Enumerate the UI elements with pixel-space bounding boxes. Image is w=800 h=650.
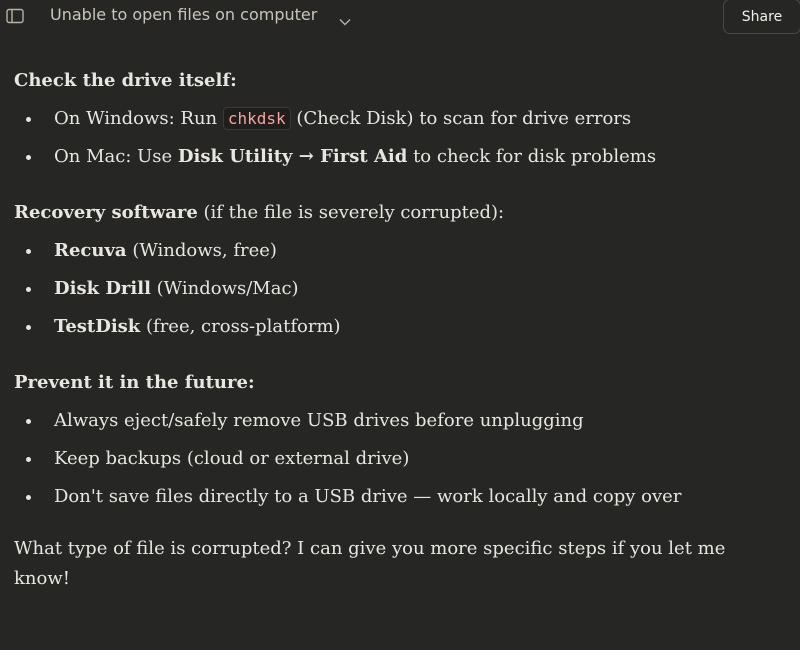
assistant-message: Check the drive itself: On Windows: Run … (14, 62, 784, 594)
list-item: Recuva (Windows, free) (14, 232, 784, 270)
list-item: On Windows: Run chkdsk (Check Disk) to s… (14, 100, 784, 138)
chat-title: Unable to open files on computer (50, 5, 318, 24)
item-text: to check for disk problems (407, 146, 657, 167)
inline-code: chkdsk (222, 107, 291, 130)
list-item: On Mac: Use Disk Utility → First Aid to … (14, 138, 784, 176)
item-text: (Windows, free) (126, 240, 277, 261)
section-heading: Check the drive itself: (14, 70, 237, 91)
bold-text: TestDisk (54, 316, 141, 337)
bold-text: Recuva (54, 240, 127, 261)
bullet-list: Recuva (Windows, free) Disk Drill (Windo… (14, 232, 784, 346)
item-text: On Windows: Run (54, 108, 223, 129)
bullet-list: Always eject/safely remove USB drives be… (14, 402, 784, 516)
bullet-list: On Windows: Run chkdsk (Check Disk) to s… (14, 100, 784, 176)
bold-text: Recovery software (14, 202, 198, 223)
item-text: (free, cross-platform) (140, 316, 341, 337)
section-heading: Prevent it in the future: (14, 372, 255, 393)
chat-title-menu[interactable]: Unable to open files on computer (50, 5, 351, 25)
share-button[interactable]: Share (723, 0, 800, 34)
heading-text: (if the file is severely corrupted): (197, 202, 505, 223)
item-text: (Check Disk) to scan for drive errors (290, 108, 632, 129)
list-item: Keep backups (cloud or external drive) (14, 440, 784, 478)
list-item: TestDisk (free, cross-platform) (14, 308, 784, 346)
bold-text: Disk Utility → First Aid (177, 146, 408, 167)
list-item: Always eject/safely remove USB drives be… (14, 402, 784, 440)
list-item: Don't save files directly to a USB drive… (14, 478, 784, 516)
item-text: On Mac: Use (54, 146, 178, 167)
chevron-down-icon (339, 11, 351, 25)
closing-text: What type of file is corrupted? I can gi… (14, 538, 726, 589)
section-heading: Recovery software (if the file is severe… (14, 194, 784, 232)
list-item: Disk Drill (Windows/Mac) (14, 270, 784, 308)
top-bar: Unable to open files on computer Share (0, 0, 800, 36)
bold-text: Disk Drill (54, 278, 151, 299)
item-text: (Windows/Mac) (150, 278, 299, 299)
sidebar-panel-icon[interactable] (6, 8, 24, 24)
